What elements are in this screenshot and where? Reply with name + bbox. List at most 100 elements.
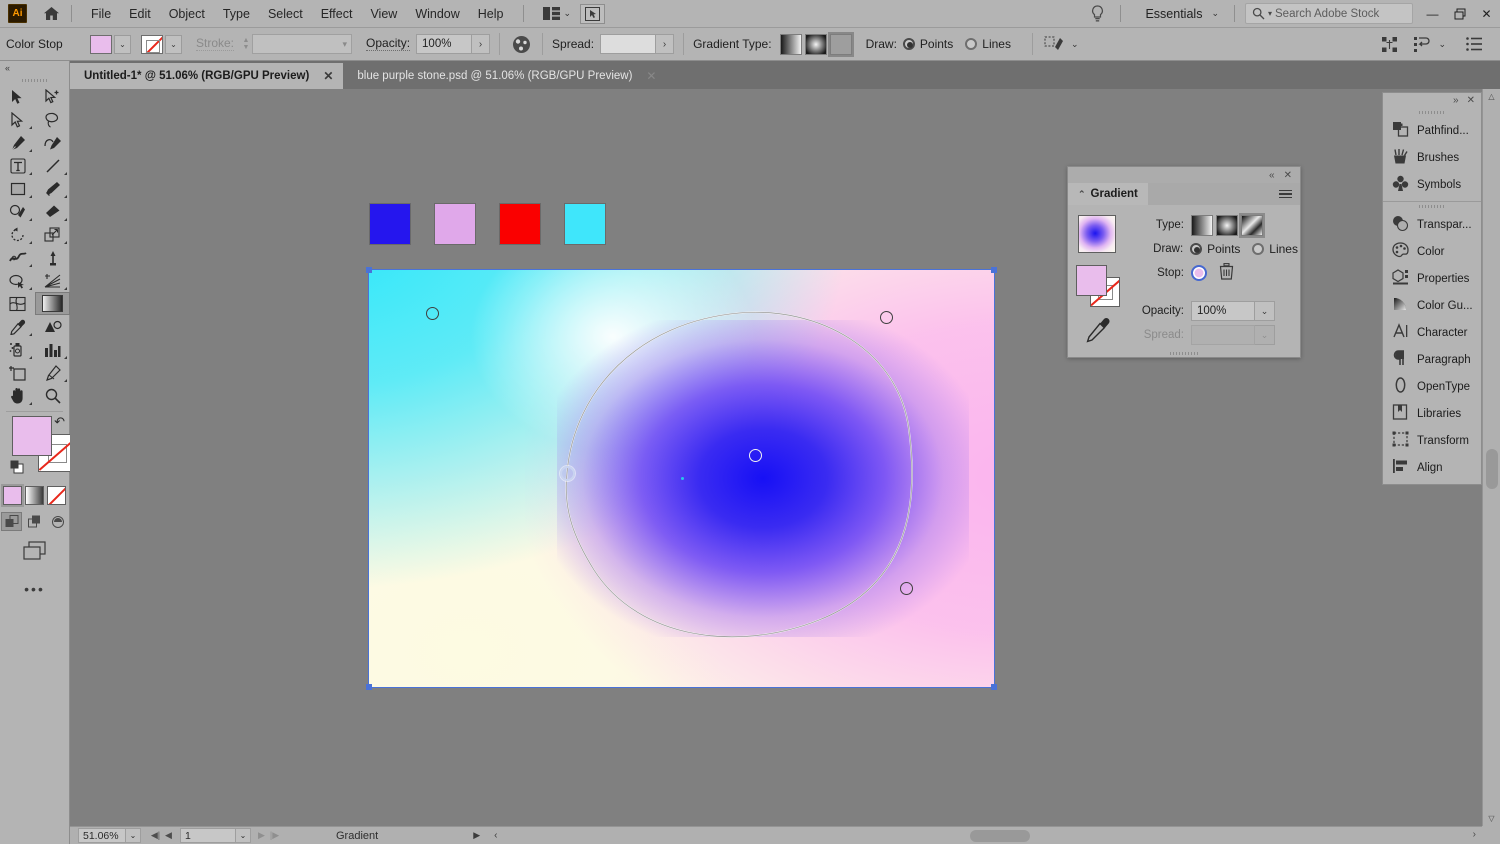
gradient-opacity-chevron-icon[interactable]: ⌄: [1255, 301, 1275, 321]
status-menu-arrow-icon[interactable]: ▶: [473, 830, 480, 841]
direct-selection-tool[interactable]: [0, 108, 35, 131]
arrange-icon[interactable]: [1409, 32, 1433, 56]
width-tool[interactable]: [0, 246, 35, 269]
workspace-switcher[interactable]: Essentials ⌄: [1135, 1, 1224, 27]
hand-tool[interactable]: [0, 384, 35, 407]
radial-gradient-type-button[interactable]: [804, 33, 827, 55]
none-fill-mode-button[interactable]: [47, 486, 66, 505]
gradient-panel[interactable]: « ✕ ⌃ Gradient Type: Draw: Points Lines …: [1067, 166, 1301, 358]
gradient-draw-lines-radio[interactable]: [1252, 243, 1265, 255]
eyedropper-tool[interactable]: [0, 315, 35, 338]
selection-tool[interactable]: [0, 85, 35, 108]
tab-close-icon[interactable]: ✕: [646, 69, 656, 83]
dock-item-transparency[interactable]: Transpar...: [1383, 211, 1481, 238]
gradient-stop-node-center[interactable]: [749, 449, 762, 462]
gradient-opacity-field[interactable]: 100%: [1191, 301, 1255, 321]
artboard-number-field[interactable]: 1: [180, 828, 236, 843]
close-button[interactable]: ✕: [1473, 0, 1500, 28]
column-graph-tool[interactable]: [35, 338, 70, 361]
gradient-stop-node-selected[interactable]: [560, 466, 575, 481]
scroll-down-arrow-icon[interactable]: ▽: [1483, 811, 1500, 826]
artboard-tool[interactable]: [0, 361, 35, 384]
eyedropper-icon[interactable]: [1086, 317, 1112, 346]
align-icon[interactable]: [1377, 32, 1401, 56]
menu-effect[interactable]: Effect: [312, 3, 362, 25]
linear-gradient-type-button[interactable]: [779, 33, 802, 55]
radial-gradient-type-button[interactable]: [1216, 214, 1238, 236]
stroke-swatch-chevron-icon[interactable]: ⌄: [165, 34, 182, 54]
mesh-tool[interactable]: [0, 292, 35, 315]
menu-type[interactable]: Type: [214, 3, 259, 25]
toolbar-collapse-button[interactable]: «: [0, 61, 69, 75]
gradient-stop-node-bottom-right[interactable]: [900, 582, 913, 595]
trash-icon[interactable]: [1219, 263, 1234, 283]
gradient-tool[interactable]: [35, 292, 70, 315]
shaper-tool-icon[interactable]: [1042, 32, 1066, 56]
gradient-stop-swatch[interactable]: [1191, 265, 1207, 281]
shaper-chevron-icon[interactable]: ⌄: [1071, 39, 1079, 50]
dock-item-color[interactable]: Color: [1383, 238, 1481, 265]
dock-item-properties[interactable]: Properties: [1383, 265, 1481, 292]
panel-menu-icon[interactable]: [1279, 189, 1292, 199]
swatch-red[interactable]: [499, 203, 541, 245]
menu-file[interactable]: File: [82, 3, 120, 25]
swatch-pink[interactable]: [434, 203, 476, 245]
pen-tool[interactable]: [0, 131, 35, 154]
adobe-stock-button[interactable]: [580, 3, 606, 24]
toolbar-grip[interactable]: [0, 75, 69, 85]
dock-expand-icon[interactable]: »: [1453, 95, 1459, 106]
panel-options-icon[interactable]: [1462, 32, 1486, 56]
status-right-chevron-icon[interactable]: ›: [1473, 829, 1476, 840]
menu-select[interactable]: Select: [259, 3, 312, 25]
perspective-grid-tool[interactable]: [35, 269, 70, 292]
dock-item-pathfinder[interactable]: Pathfind...: [1383, 117, 1481, 144]
gradient-fill-mode-button[interactable]: [25, 486, 44, 505]
default-fill-stroke-icon[interactable]: [10, 460, 24, 474]
draw-inside-mode-button[interactable]: [47, 512, 68, 531]
shape-builder-tool[interactable]: [0, 269, 35, 292]
next-artboard-button[interactable]: ▶: [255, 828, 268, 843]
linear-gradient-type-button[interactable]: [1191, 214, 1213, 236]
rectangle-tool[interactable]: [0, 177, 35, 200]
menu-window[interactable]: Window: [406, 3, 468, 25]
opacity-arrow-button[interactable]: ›: [472, 34, 491, 54]
magic-wand-tool[interactable]: [35, 85, 70, 108]
gradient-tab-dropdown-icon[interactable]: ⌃: [1078, 189, 1086, 200]
artboard-handle-tl[interactable]: [366, 267, 372, 273]
draw-points-radio[interactable]: [902, 38, 915, 50]
menu-view[interactable]: View: [361, 3, 406, 25]
dock-item-align[interactable]: Align: [1383, 454, 1481, 481]
last-artboard-button[interactable]: |▶: [268, 828, 281, 843]
gradient-thumbnail[interactable]: [1078, 215, 1116, 253]
vertical-scroll-thumb[interactable]: [1486, 449, 1498, 489]
tab-close-icon[interactable]: ✕: [323, 69, 333, 83]
blend-tool[interactable]: [35, 315, 70, 338]
search-dropdown-icon[interactable]: ▾: [1268, 9, 1272, 18]
zoom-level-field[interactable]: 51.06%: [78, 828, 126, 843]
dock-item-brushes[interactable]: Brushes: [1383, 144, 1481, 171]
stroke-weight-field[interactable]: ▾: [252, 34, 353, 54]
stroke-weight-stepper[interactable]: ▲ ▼: [240, 35, 252, 54]
gradient-panel-resize-grip[interactable]: [1068, 349, 1300, 357]
recolor-artwork-icon[interactable]: [509, 32, 533, 56]
restore-button[interactable]: [1446, 0, 1473, 28]
color-fill-mode-button[interactable]: [3, 486, 22, 505]
dock-item-libraries[interactable]: Libraries: [1383, 400, 1481, 427]
free-transform-tool[interactable]: [35, 246, 70, 269]
dock-item-character[interactable]: Character: [1383, 319, 1481, 346]
lasso-tool[interactable]: [35, 108, 70, 131]
dock-grip-1[interactable]: [1383, 108, 1481, 117]
lightbulb-icon[interactable]: [1084, 3, 1110, 25]
swatch-cyan[interactable]: [564, 203, 606, 245]
fill-color-swatch[interactable]: [90, 34, 112, 54]
zoom-level-chevron-icon[interactable]: ⌄: [126, 828, 141, 843]
minimize-button[interactable]: —: [1419, 0, 1446, 28]
gradient-stop-node-top-right[interactable]: [880, 311, 893, 324]
freeform-gradient-type-button[interactable]: [1241, 214, 1263, 236]
dock-item-opentype[interactable]: OpenType: [1383, 373, 1481, 400]
document-tab-untitled[interactable]: Untitled-1* @ 51.06% (RGB/GPU Preview) ✕: [70, 63, 344, 89]
draw-behind-mode-button[interactable]: [24, 512, 45, 531]
swap-fill-stroke-icon[interactable]: ↶: [54, 414, 65, 430]
gradient-fill-swatch[interactable]: [1076, 265, 1107, 296]
spread-field[interactable]: [600, 34, 657, 54]
